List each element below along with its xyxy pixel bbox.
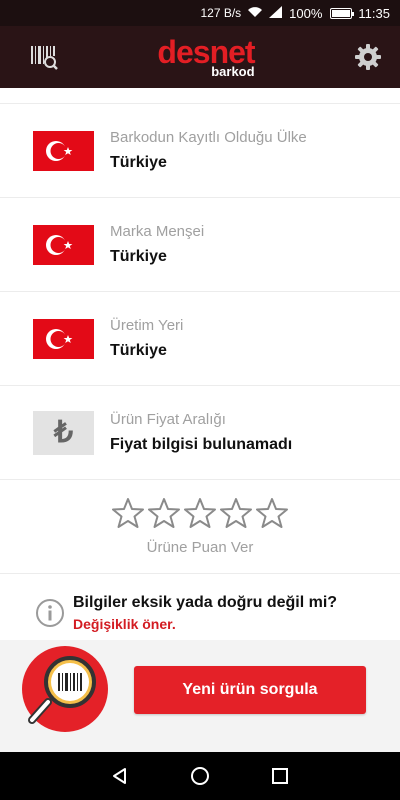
clock: 11:35 [358,5,390,21]
back-icon[interactable] [106,762,134,790]
barcode-search-icon[interactable] [26,39,62,75]
star-icon[interactable] [256,497,288,529]
report-question: Bilgiler eksik yada doğru değil mi? [73,594,338,611]
turkey-flag-icon [33,130,94,171]
info-label: Barkodun Kayıtlı Olduğu Ülke [110,129,307,146]
info-icon [36,599,64,627]
info-text: Ürün Fiyat Aralığı Fiyat bilgisi bulunam… [110,411,292,454]
star-icon[interactable] [148,497,180,529]
new-product-query-button[interactable]: Yeni ürün sorgula [134,666,366,714]
info-label: Ürün Fiyat Aralığı [110,411,226,428]
bottom-bar: Yeni ürün sorgula [0,640,400,752]
info-text: Üretim Yeri Türkiye [110,317,183,360]
info-value: Türkiye [110,154,167,171]
rating-section: Ürüne Puan Ver [0,480,400,574]
info-row-brand-origin: Marka Menşei Türkiye [0,198,400,292]
product-details: Barkodun Kayıtlı Olduğu Ülke Türkiye Mar… [0,88,400,640]
info-row-price-range: ₺ Ürün Fiyat Aralığı Fiyat bilgisi bulun… [0,386,400,480]
info-label: Marka Menşei [110,223,205,240]
battery-icon [330,7,355,19]
app-logo: desnet barkod [157,36,255,78]
info-text: Barkodun Kayıtlı Olduğu Ülke Türkiye [110,129,307,172]
battery-percent: 100% [289,5,323,21]
info-text: Marka Menşei Türkiye [110,223,204,266]
signal-icon [269,5,283,21]
info-label: Üretim Yeri [110,317,184,334]
info-value: Türkiye [110,248,167,265]
star-icon[interactable] [112,497,144,529]
scan-magnifier-icon[interactable] [20,644,110,734]
info-value: Türkiye [110,342,167,359]
battery-fill [332,9,351,17]
recents-icon[interactable] [266,762,294,790]
system-nav-bar [0,752,400,800]
star-icon[interactable] [184,497,216,529]
gear-icon[interactable] [350,39,386,75]
star-icon[interactable] [220,497,252,529]
net-speed: 127 B/s [200,6,242,20]
divider [0,88,400,104]
info-row-production-place: Üretim Yeri Türkiye [0,292,400,386]
rating-label: Ürüne Puan Ver [146,539,254,556]
suggest-change-link[interactable]: Değişiklik öner. [73,616,337,632]
info-row-barcode-country: Barkodun Kayıtlı Olduğu Ülke Türkiye [0,104,400,198]
info-value: Fiyat bilgisi bulunamadı [110,436,293,453]
wifi-icon [247,6,263,21]
turkey-flag-icon [33,318,94,359]
star-rating[interactable] [112,497,288,529]
app-header: desnet barkod [0,26,400,88]
report-texts: Bilgiler eksik yada doğru değil mi? Deği… [73,594,337,632]
home-icon[interactable] [186,762,214,790]
lira-glyph: ₺ [53,416,74,449]
lira-icon: ₺ [33,410,94,455]
status-bar: 127 B/s 100% 11:35 [0,0,400,26]
turkey-flag-icon [33,224,94,265]
